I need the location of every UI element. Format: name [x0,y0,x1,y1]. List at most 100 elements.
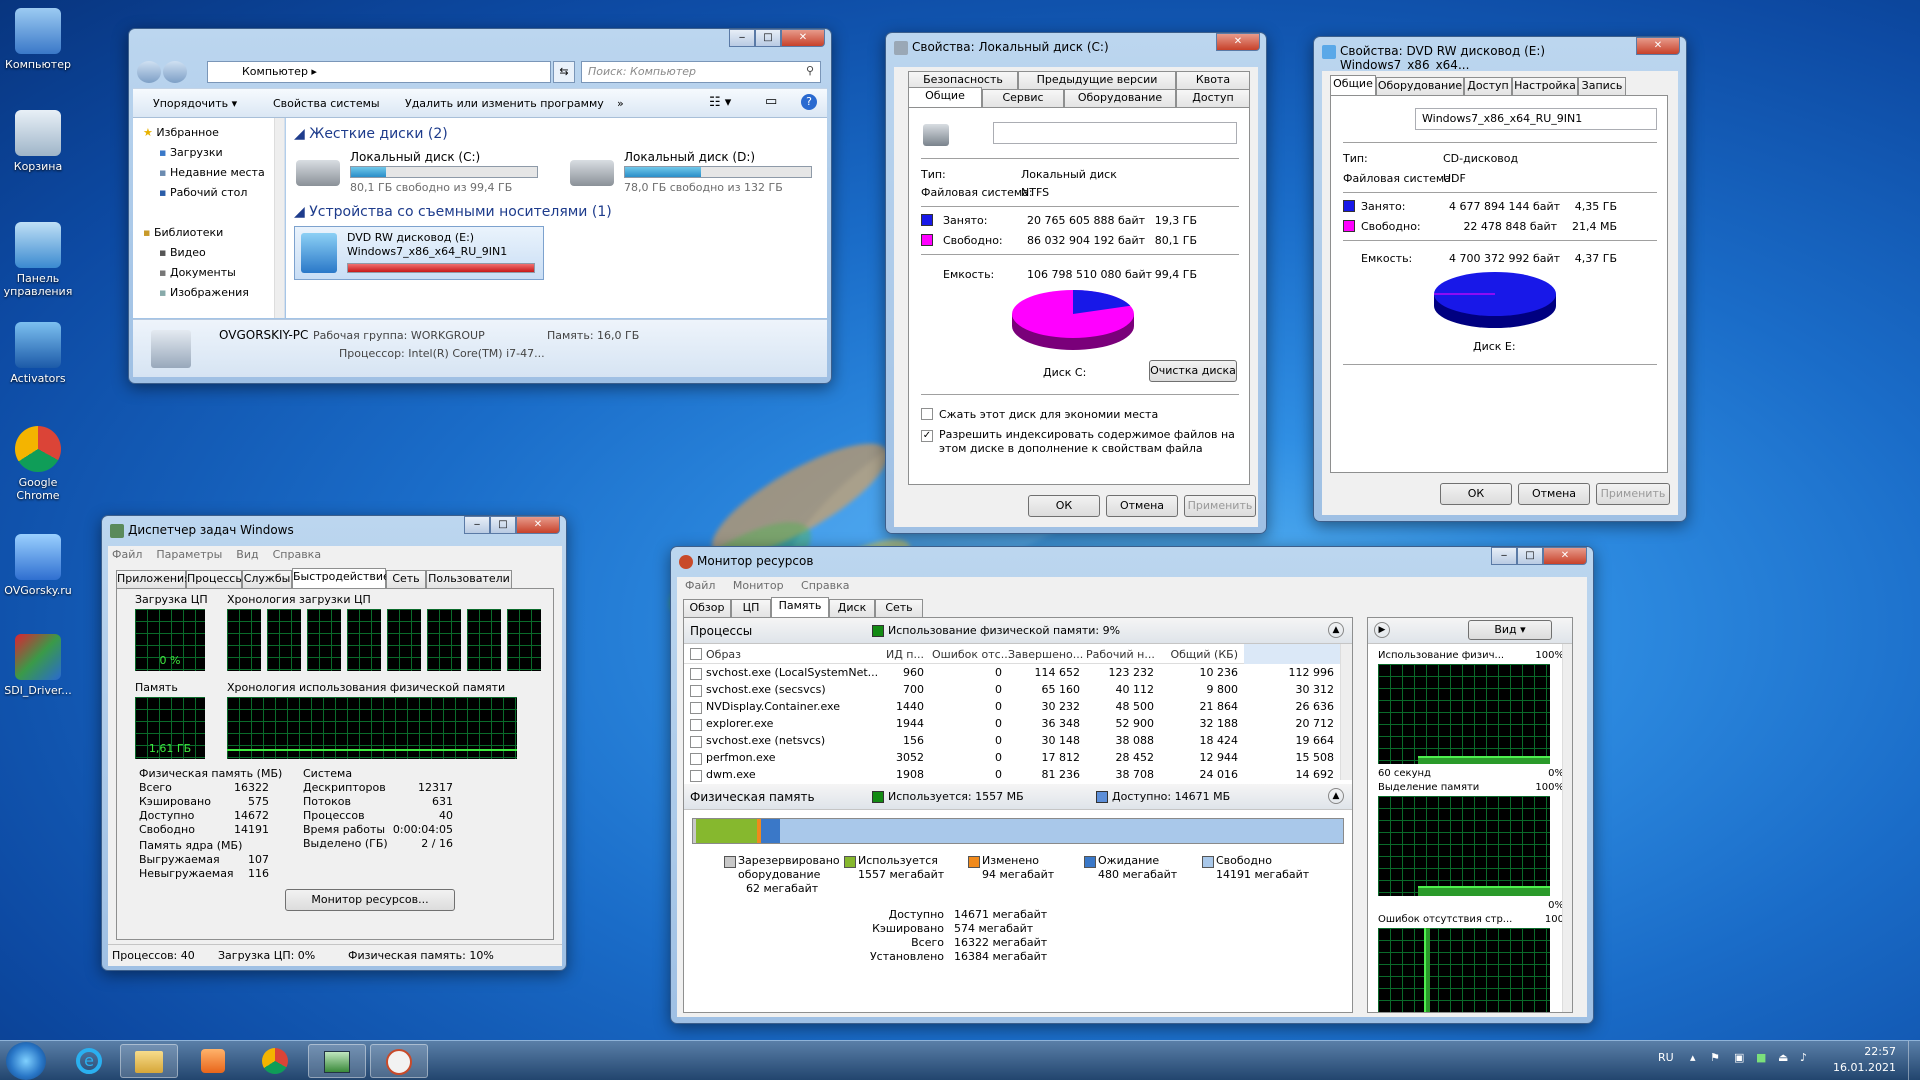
tab-general[interactable]: Общие [1330,75,1376,95]
taskbar-media-player[interactable] [184,1044,242,1078]
menu-help[interactable]: Справка [273,548,321,561]
column-header[interactable]: Ошибок отс... [932,648,1011,661]
select-all-checkbox[interactable] [690,648,702,660]
desktop-icon-activators[interactable]: Activators [2,322,74,385]
drive-d-name[interactable]: Локальный диск (D:) [624,150,755,164]
menu-file[interactable]: Файл [112,548,142,561]
menu-options[interactable]: Параметры [156,548,222,561]
ok-button[interactable]: ОК [1028,495,1100,517]
taskbar-task-manager[interactable] [308,1044,366,1078]
start-button[interactable] [6,1042,46,1080]
refresh-icon[interactable]: ⇆ [553,61,575,83]
disk-cleanup-button[interactable]: Очистка диска [1149,360,1237,382]
menu-file[interactable]: Файл [685,579,715,592]
safely-remove-icon[interactable]: ⏏ [1778,1051,1788,1064]
nav-recent[interactable]: Недавние места [170,166,265,179]
organize-button[interactable]: Упорядочить ▾ [153,97,237,110]
tab-customize[interactable]: Настройка [1512,77,1578,95]
tab-applications[interactable]: Приложения [116,570,191,588]
nav-documents[interactable]: Документы [170,266,236,279]
nav-libraries[interactable]: Библиотеки [154,226,223,239]
clock-date[interactable]: 16.01.2021 [1826,1061,1896,1074]
menu-help[interactable]: Справка [801,579,849,592]
maximize-button[interactable]: □ [490,516,516,534]
volume-label-input[interactable]: Windows7_x86_x64_RU_9IN1 [1415,108,1657,130]
more-commands-button[interactable]: » [617,97,624,110]
tab-hardware[interactable]: Оборудование [1064,89,1176,107]
nav-downloads[interactable]: Загрузки [170,146,223,159]
compress-checkbox[interactable] [921,408,933,420]
taskbar-resource-monitor[interactable] [370,1044,428,1078]
processes-scrollbar[interactable] [1340,644,1352,780]
tab-sharing[interactable]: Доступ [1176,89,1250,107]
volume-label-input[interactable] [993,122,1237,144]
desktop-icon-recycle-bin[interactable]: Корзина [2,110,74,173]
maximize-button[interactable]: □ [755,29,781,47]
desktop-icon-computer[interactable]: Компьютер [2,8,74,71]
nvidia-icon[interactable]: ■ [1756,1051,1766,1064]
physical-memory-header[interactable]: Физическая память Используется: 1557 МБ … [684,784,1352,810]
nav-desktop[interactable]: Рабочий стол [170,186,247,199]
minimize-button[interactable]: ‒ [464,516,490,534]
collapse-icon[interactable]: ▲ [1328,622,1344,638]
desktop-icon-chrome[interactable]: Google Chrome [2,426,74,502]
tab-quota[interactable]: Квота [1176,71,1250,89]
close-button[interactable]: ✕ [516,516,560,534]
task-manager-window[interactable]: Диспетчер задач Windows ‒ □ ✕ Файл Парамет… [101,515,567,971]
graphs-scrollbar[interactable] [1562,644,1572,1012]
properties-e-window[interactable]: Свойства: DVD RW дисковод (E:) Windows7_… [1313,36,1687,522]
apply-button[interactable]: Применить [1184,495,1256,517]
tab-memory[interactable]: Память [771,597,829,617]
resource-monitor-window[interactable]: Монитор ресурсов ‒ □ ✕ Файл Монитор Справк… [670,546,1594,1024]
uninstall-program-button[interactable]: Удалить или изменить программу [405,97,604,110]
tab-performance[interactable]: Быстродействие [292,568,390,588]
row-checkbox[interactable] [690,668,702,680]
row-checkbox[interactable] [690,719,702,731]
search-input[interactable]: Поиск: Компьютер ⚲ [581,61,821,83]
language-indicator[interactable]: RU [1658,1051,1674,1064]
collapse-icon[interactable]: ◢ [294,204,305,220]
explorer-window[interactable]: ‒ □ ✕ Компьютер ▸ ⇆ Поиск: Компьютер ⚲ Упор… [128,28,832,384]
resource-monitor-button[interactable]: Монитор ресурсов... [285,889,455,911]
properties-c-window[interactable]: Свойства: Локальный диск (C:) ✕ Безопасн… [885,32,1267,534]
collapse-icon[interactable]: ◢ [294,126,305,142]
close-button[interactable]: ✕ [1216,33,1260,51]
close-button[interactable]: ✕ [1636,37,1680,55]
apply-button[interactable]: Применить [1596,483,1670,505]
back-button[interactable] [137,61,161,83]
tab-networking[interactable]: Сеть [386,570,426,588]
tab-users[interactable]: Пользователи [426,570,512,588]
column-header[interactable]: Образ [706,648,866,661]
tab-tools[interactable]: Сервис [982,89,1064,107]
maximize-button[interactable]: □ [1517,547,1543,565]
network-icon[interactable]: ▣ [1734,1051,1744,1064]
expand-icon[interactable]: ▶ [1374,622,1390,638]
tab-services[interactable]: Службы [242,570,292,588]
tab-processes[interactable]: Процессы [186,570,244,588]
nav-favorites[interactable]: Избранное [156,126,218,139]
view-options-icon[interactable]: ☷ ▾ [709,95,731,110]
row-checkbox[interactable] [690,685,702,697]
cancel-button[interactable]: Отмена [1518,483,1590,505]
column-header[interactable]: ИД п... [874,648,924,661]
cancel-button[interactable]: Отмена [1106,495,1178,517]
clock-time[interactable]: 22:57 [1826,1045,1896,1058]
row-checkbox[interactable] [690,753,702,765]
column-header[interactable]: Общий (КБ) [1158,648,1238,661]
preview-pane-icon[interactable]: ▭ [765,94,777,109]
column-header[interactable]: Рабочий н... [1086,648,1155,661]
action-center-icon[interactable]: ⚑ [1710,1051,1720,1064]
close-button[interactable]: ✕ [1543,547,1587,565]
dvd-drive-tile[interactable]: DVD RW дисковод (E:) Windows7_x86_x64_RU… [294,226,544,280]
forward-button[interactable] [163,61,187,83]
collapse-icon[interactable]: ▲ [1328,788,1344,804]
tab-general[interactable]: Общие [908,87,982,107]
system-properties-button[interactable]: Свойства системы [273,97,380,110]
desktop-icon-sdi-driver[interactable]: SDI_Driver... [2,634,74,697]
row-checkbox[interactable] [690,770,702,782]
minimize-button[interactable]: ‒ [1491,547,1517,565]
nav-video[interactable]: Видео [170,246,206,259]
show-desktop-button[interactable] [1908,1041,1920,1080]
help-icon[interactable]: ? [801,94,817,110]
close-button[interactable]: ✕ [781,29,825,47]
